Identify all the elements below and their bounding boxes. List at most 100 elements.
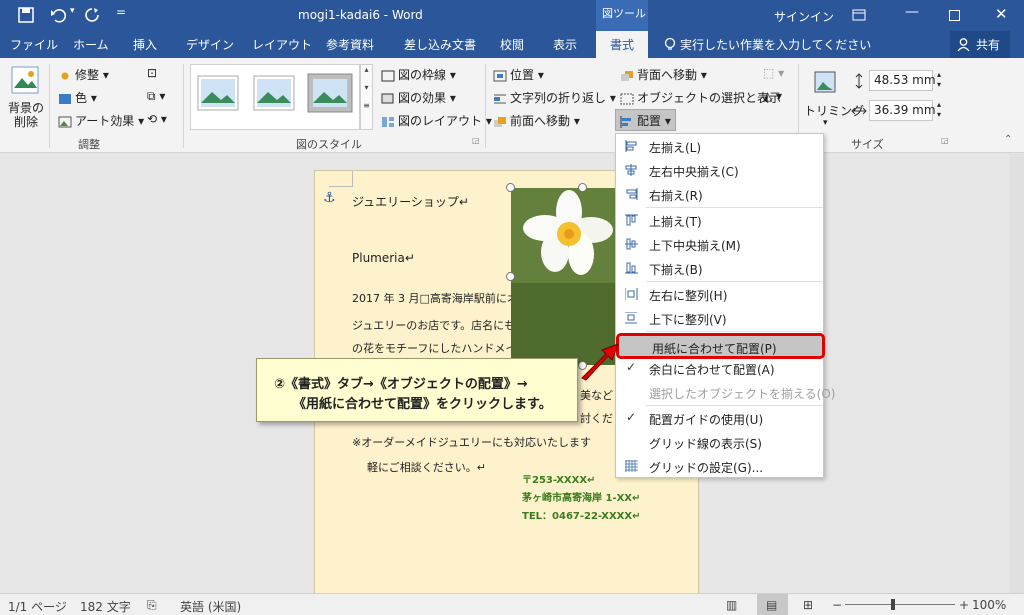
crop-dropdown-icon[interactable]: ▾ bbox=[823, 118, 828, 128]
menu-item-use-alignment-guides[interactable]: ✓ 配置ガイドの使用(U) bbox=[616, 406, 823, 430]
menu-item-view-gridlines[interactable]: グリッド線の表示(S) bbox=[616, 430, 823, 454]
height-input[interactable]: 48.53 mm bbox=[869, 70, 936, 91]
tab-layout[interactable]: レイアウト bbox=[252, 36, 312, 53]
color-label: 色 bbox=[75, 91, 88, 105]
tab-file[interactable]: ファイル bbox=[10, 36, 58, 53]
align-left-icon bbox=[620, 115, 631, 128]
zoom-level[interactable]: 100% bbox=[972, 598, 1006, 612]
menu-item-align-middle[interactable]: 上下中央揃え(M) bbox=[616, 232, 823, 256]
align-top-icon bbox=[625, 214, 638, 226]
save-icon[interactable] bbox=[18, 7, 34, 23]
zoom-in-icon[interactable]: + bbox=[959, 598, 969, 612]
layout-icon bbox=[382, 116, 394, 127]
tell-me-input[interactable]: 実行したい作業を入力してください bbox=[680, 36, 871, 53]
menu-label: 上下中央揃え(M) bbox=[649, 239, 741, 253]
undo-dropdown-icon[interactable]: ▾ bbox=[70, 6, 75, 16]
menu-item-align-bottom[interactable]: 下揃え(B) bbox=[616, 256, 823, 280]
tab-design[interactable]: デザイン bbox=[186, 36, 234, 53]
zoom-slider-thumb[interactable] bbox=[891, 599, 895, 610]
menu-item-distribute-horizontal[interactable]: 左右に整列(H) bbox=[616, 282, 823, 306]
style-thumbnail-1[interactable] bbox=[197, 75, 239, 111]
menu-item-align-to-margin[interactable]: ✓ 余白に合わせて配置(A) bbox=[616, 356, 823, 380]
zoom-slider[interactable] bbox=[845, 604, 955, 605]
remove-background-button[interactable]: 背景の 削除 bbox=[8, 101, 44, 129]
gallery-scroll[interactable]: ▴ ▾ ≡ bbox=[360, 64, 373, 130]
rotate-button[interactable]: ◭ ▾ bbox=[763, 89, 782, 103]
menu-item-align-left[interactable]: 左揃え(L) bbox=[616, 134, 823, 158]
tab-mailings[interactable]: 差し込み文書 bbox=[404, 36, 476, 53]
picture-styles-gallery[interactable] bbox=[190, 64, 360, 130]
selection-pane-button[interactable]: オブジェクトの選択と表示 bbox=[620, 89, 781, 106]
reset-picture-icon[interactable]: ⟲ ▾ bbox=[147, 112, 167, 126]
style-thumbnail-3[interactable] bbox=[307, 73, 353, 113]
menu-label: 左右中央揃え(C) bbox=[649, 165, 739, 179]
menu-label: 選択したオブジェクトを揃える(O) bbox=[649, 387, 836, 401]
menu-item-align-selected[interactable]: 選択したオブジェクトを揃える(O) bbox=[616, 380, 835, 404]
proofing-icon[interactable]: ⎘ bbox=[147, 598, 157, 613]
collapse-ribbon-icon[interactable]: ⌃ bbox=[1004, 134, 1012, 145]
minimize-icon[interactable]: — bbox=[905, 4, 919, 20]
width-input[interactable]: 36.39 mm bbox=[869, 100, 936, 121]
plumeria-picture[interactable] bbox=[511, 188, 615, 365]
tab-view[interactable]: 表示 bbox=[553, 36, 577, 53]
menu-item-align-right[interactable]: 右揃え(R) bbox=[616, 182, 823, 206]
style-thumbnail-2[interactable] bbox=[253, 75, 295, 111]
tab-format[interactable]: 書式 bbox=[610, 36, 634, 53]
ribbon: 背景の 削除 修整 ▾ 色 ▾ アート効果 ▾ ⊡ ⧉ ▾ ⟲ ▾ 調整 ▴ ▾ ≡… bbox=[0, 58, 1024, 153]
position-button[interactable]: 位置 ▾ bbox=[493, 66, 544, 83]
maximize-icon[interactable] bbox=[949, 10, 960, 21]
customize-qat-icon[interactable]: = bbox=[116, 5, 126, 19]
corrections-button[interactable]: 修整 ▾ bbox=[58, 66, 109, 83]
doc-heading: ジュエリーショップ↵ bbox=[352, 195, 469, 209]
align-dropdown-menu: 左揃え(L) 左右中央揃え(C) 右揃え(R) 上揃え(T) 上下中央揃え(M)… bbox=[615, 133, 835, 478]
align-button-content[interactable]: 配置 ▾ bbox=[620, 112, 671, 129]
menu-item-align-center[interactable]: 左右中央揃え(C) bbox=[616, 158, 823, 182]
undo-icon[interactable] bbox=[50, 7, 66, 23]
close-icon[interactable]: ✕ bbox=[995, 5, 1008, 23]
vertical-scrollbar[interactable] bbox=[1010, 154, 1024, 593]
resize-handle-left[interactable] bbox=[506, 272, 515, 281]
divider bbox=[183, 64, 184, 148]
menu-item-distribute-vertical[interactable]: 上下に整列(V) bbox=[616, 306, 823, 330]
flower-image bbox=[511, 188, 615, 365]
zoom-out-icon[interactable]: − bbox=[832, 598, 842, 612]
word-count[interactable]: 182 文字 bbox=[80, 598, 131, 615]
group-button[interactable]: ⬚ ▾ bbox=[763, 66, 784, 80]
send-backward-button[interactable]: 背面へ移動 ▾ bbox=[620, 66, 707, 83]
size-dialog-launcher-icon[interactable]: ◲ bbox=[941, 136, 949, 145]
tab-home[interactable]: ホーム bbox=[73, 36, 109, 53]
signin-link[interactable]: サインイン bbox=[774, 8, 834, 25]
share-label: 共有 bbox=[976, 38, 1001, 52]
picture-border-button[interactable]: 図の枠線 ▾ bbox=[381, 66, 456, 83]
divider bbox=[485, 64, 486, 148]
redo-icon[interactable] bbox=[84, 7, 100, 23]
page-count[interactable]: 1/1 ページ bbox=[8, 598, 67, 615]
change-picture-icon[interactable]: ⧉ ▾ bbox=[147, 89, 165, 104]
dialog-launcher-icon[interactable]: ◲ bbox=[472, 136, 480, 145]
wrap-text-button[interactable]: 文字列の折り返し ▾ bbox=[493, 89, 616, 106]
bring-forward-button[interactable]: 前面へ移動 ▾ bbox=[493, 112, 580, 129]
tab-references[interactable]: 参考資料 bbox=[326, 36, 374, 53]
height-spinner[interactable]: ▴ ▾ bbox=[937, 70, 941, 90]
artistic-effects-button[interactable]: アート効果 ▾ bbox=[58, 112, 144, 129]
checkmark-icon: ✓ bbox=[626, 360, 637, 374]
color-button[interactable]: 色 ▾ bbox=[58, 89, 97, 106]
resize-handle-top[interactable] bbox=[578, 183, 587, 192]
picture-layout-button[interactable]: 図のレイアウト ▾ bbox=[381, 112, 492, 129]
width-spinner[interactable]: ▴ ▾ bbox=[937, 100, 941, 120]
ribbon-display-icon[interactable] bbox=[852, 9, 866, 21]
picture-effects-button[interactable]: 図の効果 ▾ bbox=[381, 89, 456, 106]
menu-item-grid-settings[interactable]: グリッドの設定(G)... bbox=[616, 454, 823, 478]
resize-handle-top-left[interactable] bbox=[506, 183, 515, 192]
tab-insert[interactable]: 挿入 bbox=[133, 36, 157, 53]
read-mode-icon[interactable]: ▥ bbox=[726, 598, 737, 612]
adjust-group-label: 調整 bbox=[78, 138, 100, 151]
styles-group-label: 図のスタイル bbox=[296, 138, 362, 151]
web-layout-icon[interactable]: ⊞ bbox=[803, 598, 813, 612]
tab-review[interactable]: 校閲 bbox=[500, 36, 524, 53]
compress-icon[interactable]: ⊡ bbox=[147, 66, 157, 80]
language-status[interactable]: 英語 (米国) bbox=[180, 598, 241, 615]
menu-item-align-top[interactable]: 上揃え(T) bbox=[616, 208, 823, 232]
print-layout-icon[interactable]: ▤ bbox=[766, 598, 777, 612]
menu-label: グリッド線の表示(S) bbox=[649, 437, 762, 451]
